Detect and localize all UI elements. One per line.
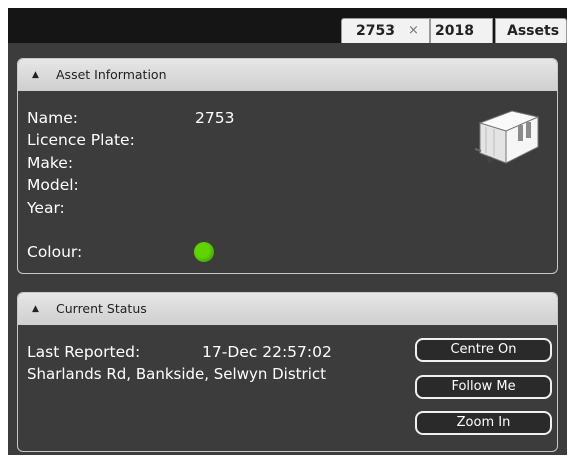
colour-swatch bbox=[194, 242, 214, 262]
current-status-panel: ▲ Current Status Last Reported: 17-Dec 2… bbox=[17, 292, 558, 452]
portable-cabin-trailer-icon bbox=[474, 110, 540, 164]
location-text: Sharlands Rd, Bankside, Selwyn District bbox=[27, 365, 326, 383]
panel-title: Current Status bbox=[56, 301, 147, 316]
tab-asset-2018[interactable]: 2018 bbox=[430, 18, 493, 43]
tab-label: 2753 bbox=[356, 23, 395, 39]
close-icon[interactable]: × bbox=[408, 19, 419, 43]
model-label: Model: bbox=[27, 176, 79, 194]
last-reported-value: 17-Dec 22:57:02 bbox=[202, 343, 332, 361]
tab-assets[interactable]: Assets bbox=[495, 18, 567, 43]
panel-title: Asset Information bbox=[56, 67, 167, 82]
collapse-triangle-icon[interactable]: ▲ bbox=[32, 59, 39, 91]
name-value: 2753 bbox=[195, 109, 235, 127]
follow-me-button[interactable]: Follow Me bbox=[415, 375, 552, 399]
make-label: Make: bbox=[27, 154, 74, 172]
year-label: Year: bbox=[27, 199, 65, 217]
tab-bar: 2753 × 2018 Assets bbox=[8, 8, 567, 43]
tab-label: 2018 bbox=[435, 23, 474, 39]
name-label: Name: bbox=[27, 109, 78, 127]
colour-label: Colour: bbox=[27, 243, 83, 261]
centre-on-button[interactable]: Centre On bbox=[415, 338, 552, 362]
asset-information-panel: ▲ Asset Information Name: 2753 Licence P… bbox=[17, 58, 558, 274]
collapse-triangle-icon[interactable]: ▲ bbox=[32, 293, 39, 325]
tab-label: Assets bbox=[507, 23, 560, 39]
asset-details-window: 2753 × 2018 Assets ▲ Asset Information N… bbox=[8, 8, 567, 455]
licence-plate-label: Licence Plate: bbox=[27, 131, 135, 149]
zoom-in-button[interactable]: Zoom In bbox=[415, 411, 552, 435]
last-reported-label: Last Reported: bbox=[27, 343, 141, 361]
asset-information-header[interactable]: ▲ Asset Information bbox=[18, 59, 557, 91]
tab-asset-2753[interactable]: 2753 × bbox=[341, 18, 430, 43]
current-status-header[interactable]: ▲ Current Status bbox=[18, 293, 557, 325]
